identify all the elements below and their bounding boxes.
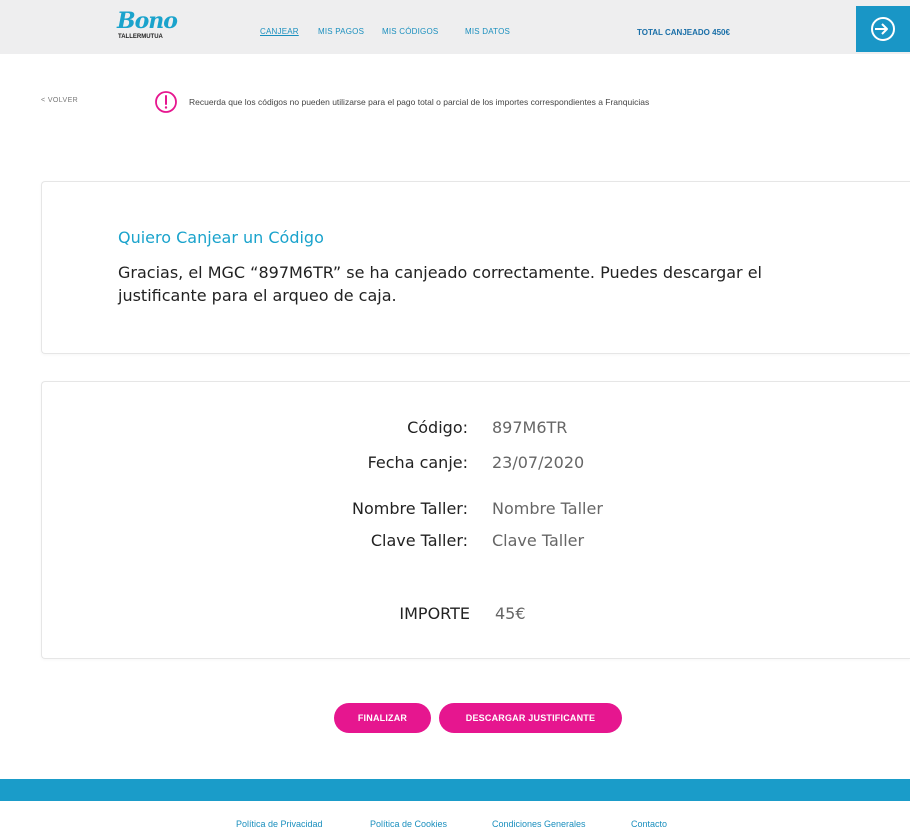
redemption-details-card: Código: 897M6TR Fecha canje: 23/07/2020 … — [41, 381, 910, 659]
finish-button[interactable]: FINALIZAR — [334, 703, 431, 733]
logout-button[interactable] — [856, 6, 910, 52]
footer-bar — [0, 779, 910, 801]
total-canjeado: TOTAL CANJEADO 450€ — [637, 28, 730, 37]
fecha-label: Fecha canje: — [367, 453, 468, 472]
codigo-label: Código: — [407, 418, 468, 437]
codigo-value: 897M6TR — [492, 418, 568, 437]
back-link[interactable]: < VOLVER — [41, 97, 78, 104]
nav-mis-pagos[interactable]: MIS PAGOS — [318, 27, 364, 36]
fecha-value: 23/07/2020 — [492, 453, 585, 472]
logo-subtitle: TALLERMUTUA — [118, 34, 163, 40]
nav-mis-datos[interactable]: MIS DATOS — [465, 27, 510, 36]
importe-value: 45€ — [495, 604, 526, 623]
footer-link-condiciones[interactable]: Condiciones Generales — [492, 819, 586, 829]
importe-label: IMPORTE — [399, 604, 470, 623]
nav-mis-codigos[interactable]: MIS CÓDIGOS — [382, 27, 438, 36]
bono-logo[interactable]: Bono TALLERMUTUA — [117, 8, 187, 48]
success-message: Gracias, el MGC “897M6TR” se ha canjeado… — [118, 263, 762, 305]
nombre-taller-value: Nombre Taller — [492, 499, 603, 518]
top-header: Bono TALLERMUTUA CANJEAR MIS PAGOS MIS C… — [0, 0, 910, 54]
confirmation-card: Quiero Canjear un Código Gracias, el MGC… — [41, 181, 910, 354]
nombre-taller-label: Nombre Taller: — [351, 499, 468, 518]
logout-arrow-icon — [871, 17, 895, 41]
clave-taller-value: Clave Taller — [492, 531, 585, 550]
logo-wordmark: Bono — [117, 8, 178, 34]
footer-link-cookies[interactable]: Política de Cookies — [370, 819, 447, 829]
exclamation-circle-icon — [155, 91, 177, 113]
footer-link-privacidad[interactable]: Política de Privacidad — [236, 819, 323, 829]
nav-canjear[interactable]: CANJEAR — [260, 27, 299, 36]
franquicias-notice: Recuerda que los códigos no pueden utili… — [189, 97, 650, 107]
footer-link-contacto[interactable]: Contacto — [631, 819, 667, 829]
clave-taller-label: Clave Taller: — [370, 531, 468, 550]
card-title: Quiero Canjear un Código — [118, 228, 324, 247]
download-receipt-button[interactable]: DESCARGAR JUSTIFICANTE — [439, 703, 622, 733]
